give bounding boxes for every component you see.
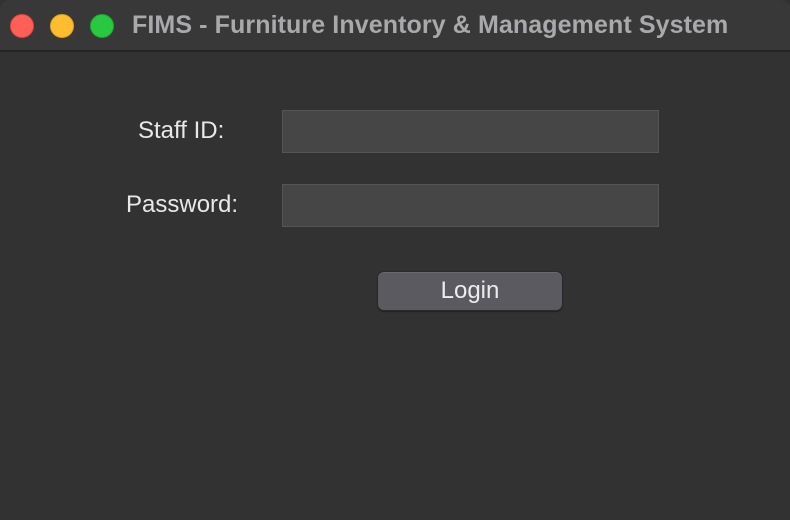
login-button[interactable]: Login — [377, 271, 563, 311]
window-title: FIMS - Furniture Inventory & Management … — [132, 11, 729, 39]
minimize-window-button[interactable] — [50, 14, 74, 38]
close-window-button[interactable] — [10, 14, 34, 38]
password-input[interactable] — [282, 184, 659, 227]
title-bar: FIMS - Furniture Inventory & Management … — [0, 0, 790, 52]
maximize-window-button[interactable] — [90, 14, 114, 38]
staff-id-label: Staff ID: — [138, 117, 225, 144]
password-label: Password: — [126, 191, 239, 218]
app-window: FIMS - Furniture Inventory & Management … — [0, 0, 790, 520]
staff-id-input[interactable] — [282, 110, 659, 153]
